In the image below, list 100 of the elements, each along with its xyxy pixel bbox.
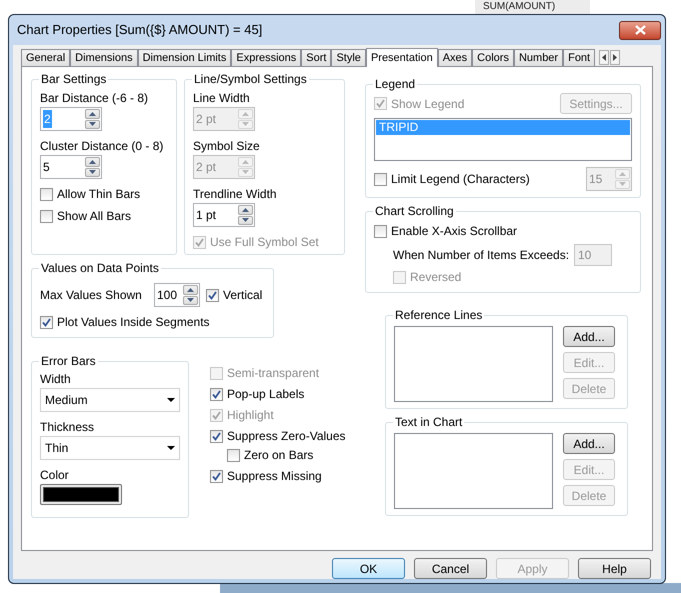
- group-title: Values on Data Points: [40, 260, 160, 277]
- checkbox[interactable]: [206, 288, 219, 302]
- field-label: Thickness: [40, 419, 96, 436]
- checkbox-label: Pop-up Labels: [227, 386, 304, 403]
- down-arrow-icon: [242, 122, 249, 126]
- group-title: Chart Scrolling: [374, 203, 455, 220]
- spin-down-button[interactable]: [85, 120, 100, 129]
- group-title: Error Bars: [40, 353, 97, 370]
- spin-value: 15: [589, 171, 602, 188]
- dropdown[interactable]: Thin: [40, 436, 180, 460]
- spin-value: 2 pt: [196, 159, 216, 176]
- check-icon: [212, 432, 221, 440]
- window-title: Chart Properties [Sum({$} AMOUNT) = 45]: [17, 21, 262, 40]
- check-icon: [376, 99, 385, 108]
- tab[interactable]: Number: [514, 49, 564, 66]
- check-icon: [208, 290, 217, 300]
- dropdown-arrow-icon: [167, 446, 175, 450]
- up-arrow-icon: [242, 160, 249, 164]
- down-arrow-icon: [187, 298, 194, 302]
- spin-value: 1 pt: [196, 207, 216, 224]
- spin-down-button[interactable]: [183, 296, 198, 305]
- scroll-left-button[interactable]: [599, 50, 610, 65]
- list-box[interactable]: [394, 433, 553, 509]
- down-arrow-icon: [242, 170, 249, 174]
- checkbox-label: Semi-transparent: [227, 365, 320, 382]
- check-icon: [195, 238, 204, 246]
- button[interactable]: Add...: [563, 433, 615, 454]
- background-title: SUM(AMOUNT): [483, 0, 556, 13]
- right-arrow-icon: [613, 54, 618, 61]
- checkbox-label: Allow Thin Bars: [57, 186, 140, 203]
- up-arrow-icon: [619, 172, 626, 176]
- spin-value: 2 pt: [196, 111, 216, 128]
- close-icon: [634, 25, 646, 35]
- up-arrow-icon: [89, 160, 96, 164]
- dialog-button[interactable]: Cancel: [414, 558, 487, 579]
- group-title: Line/Symbol Settings: [193, 71, 308, 88]
- tab[interactable]: General: [21, 49, 70, 66]
- spin-field[interactable]: 1 pt: [193, 203, 255, 227]
- checkbox-label: Plot Values Inside Segments: [57, 314, 210, 331]
- spin-down-button[interactable]: [238, 216, 253, 225]
- spin-up-button[interactable]: [183, 285, 198, 294]
- group-title: Bar Settings: [40, 71, 108, 88]
- checkbox[interactable]: [210, 430, 223, 442]
- down-arrow-icon: [242, 218, 249, 222]
- checkbox[interactable]: [40, 188, 53, 200]
- left-arrow-icon: [602, 54, 606, 61]
- checkbox-label: Suppress Zero-Values: [227, 428, 346, 445]
- spin-up-button[interactable]: [238, 205, 253, 214]
- up-arrow-icon: [89, 112, 96, 116]
- dropdown[interactable]: Medium: [40, 388, 180, 412]
- check-icon: [212, 472, 221, 480]
- tab[interactable]: Presentation: [366, 48, 438, 67]
- check-icon: [212, 410, 221, 420]
- spin-value: 2: [43, 110, 52, 128]
- spin-up-button[interactable]: [85, 109, 100, 118]
- checkbox[interactable]: [374, 172, 387, 186]
- list-box[interactable]: [394, 326, 553, 402]
- tab[interactable]: Font: [563, 49, 596, 66]
- spin-up-button[interactable]: [85, 157, 100, 166]
- field-label: Width: [40, 371, 72, 388]
- button[interactable]: Add...: [563, 326, 615, 347]
- down-arrow-icon: [89, 170, 96, 174]
- checkbox[interactable]: [374, 224, 387, 238]
- tab[interactable]: Dimension Limits: [138, 49, 232, 66]
- dialog-button[interactable]: OK: [332, 558, 405, 579]
- checkbox-label: Highlight: [227, 407, 274, 424]
- tab[interactable]: Sort: [301, 49, 332, 66]
- field-label: Bar Distance (-6 - 8): [40, 90, 150, 107]
- tab[interactable]: Style: [331, 49, 366, 66]
- field-label: Max Values Shown: [40, 287, 143, 304]
- up-arrow-icon: [187, 288, 194, 292]
- tab[interactable]: Colors: [472, 49, 514, 66]
- spin-down-button[interactable]: [85, 168, 100, 177]
- field-label: When Number of Items Exceeds:: [393, 247, 570, 264]
- checkbox-label: Use Full Symbol Set: [210, 234, 319, 251]
- checkbox[interactable]: [40, 210, 53, 222]
- checkbox-label: Show Legend: [391, 96, 464, 112]
- spin-value: 5: [43, 159, 50, 176]
- tab[interactable]: Dimensions: [70, 49, 138, 66]
- checkbox-label: Limit Legend (Characters): [391, 171, 530, 188]
- checkbox[interactable]: [210, 470, 223, 482]
- group-title: Text in Chart: [394, 414, 464, 431]
- field-label: Line Width: [193, 90, 251, 107]
- dialog-button[interactable]: Help: [578, 558, 651, 579]
- checkbox[interactable]: [227, 448, 240, 462]
- tab[interactable]: Expressions: [231, 49, 302, 66]
- field-label: Symbol Size: [193, 138, 261, 155]
- tab[interactable]: Axes: [438, 49, 472, 66]
- group-title: Legend: [374, 76, 416, 93]
- checkbox[interactable]: [210, 388, 223, 400]
- up-arrow-icon: [242, 112, 249, 116]
- checkbox-label: Enable X-Axis Scrollbar: [391, 223, 518, 240]
- close-button[interactable]: [619, 20, 661, 40]
- field-label: Cluster Distance (0 - 8): [40, 138, 164, 155]
- scroll-right-button[interactable]: [610, 50, 620, 65]
- spin-value: 100: [157, 287, 178, 304]
- up-arrow-icon: [242, 208, 249, 212]
- spin-field[interactable]: 100: [154, 283, 200, 307]
- spin-field[interactable]: 5: [40, 155, 102, 179]
- checkbox[interactable]: [40, 316, 53, 328]
